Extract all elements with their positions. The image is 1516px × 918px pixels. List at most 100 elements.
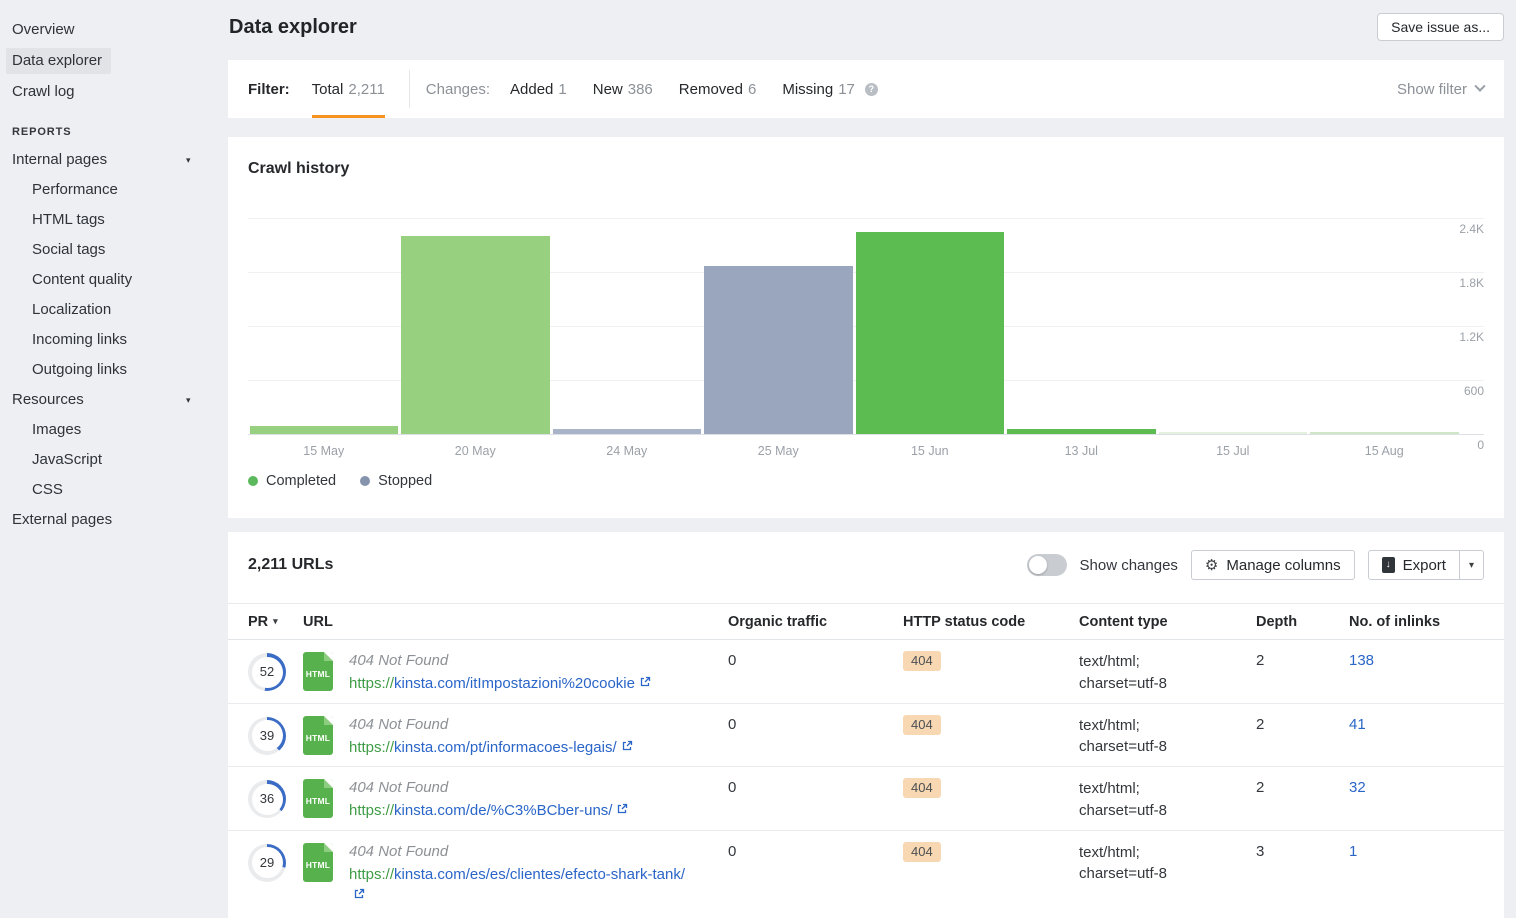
organic-traffic-value: 0 [728, 842, 903, 862]
table-row: 52 HTML 404 Not Found https://kinsta.com… [228, 640, 1504, 704]
manage-columns-button[interactable]: ⚙ Manage columns [1191, 550, 1355, 580]
sidebar-item-content-quality[interactable]: Content quality [0, 265, 228, 295]
column-header-url: URL [303, 614, 728, 630]
tab-added[interactable]: Added 1 [510, 81, 567, 98]
page-title-text: 404 Not Found [349, 651, 696, 670]
filter-bar: Filter: Total 2,211 Changes: Added 1 New… [228, 60, 1504, 118]
sidebar-item-outgoing-links[interactable]: Outgoing links [0, 355, 228, 385]
organic-traffic-value: 0 [728, 715, 903, 735]
page-title-text: 404 Not Found [349, 715, 696, 734]
show-changes-label: Show changes [1080, 557, 1178, 574]
x-axis-line [248, 434, 1484, 435]
chevron-down-icon: ▾ [1469, 560, 1474, 571]
crawl-bar[interactable] [551, 218, 703, 434]
show-changes-toggle[interactable] [1027, 554, 1067, 576]
tab-removed[interactable]: Removed 6 [679, 81, 757, 98]
sidebar-item-social-tags[interactable]: Social tags [0, 235, 228, 265]
status-badge: 404 [903, 778, 941, 798]
chevron-down-icon[interactable]: ▾ [186, 145, 191, 175]
sidebar-item-html-tags[interactable]: HTML tags [0, 205, 228, 235]
filter-label: Filter: [248, 81, 290, 98]
sidebar-item-external-pages[interactable]: External pages [0, 505, 228, 535]
sidebar-item-javascript[interactable]: JavaScript [0, 445, 228, 475]
completed-dot-icon [248, 476, 258, 486]
help-icon[interactable]: ? [865, 83, 878, 96]
tab-new[interactable]: New 386 [593, 81, 653, 98]
crawl-bar[interactable] [400, 218, 552, 434]
x-axis-label: 24 May [551, 444, 703, 458]
sidebar-item-localization[interactable]: Localization [0, 295, 228, 325]
column-header-inlinks: No. of inlinks [1349, 614, 1484, 630]
sidebar-item-css[interactable]: CSS [0, 475, 228, 505]
crawl-bar[interactable] [703, 218, 855, 434]
export-button[interactable]: ↓ Export [1368, 550, 1460, 580]
save-issue-as-button[interactable]: Save issue as... [1377, 13, 1504, 41]
y-axis-tick: 600 [1444, 384, 1484, 398]
page-title: Data explorer [229, 16, 357, 39]
html-file-icon: HTML [303, 779, 333, 818]
table-row: 36 HTML 404 Not Found https://kinsta.com… [228, 767, 1504, 831]
tab-missing[interactable]: Missing 17 [782, 81, 855, 98]
inlinks-link[interactable]: 138 [1349, 652, 1374, 669]
y-axis-tick: 2.4K [1444, 222, 1484, 236]
legend-item-stopped[interactable]: Stopped [360, 473, 432, 489]
url-link[interactable]: https://kinsta.com/pt/informacoes-legais… [349, 739, 633, 756]
url-link[interactable]: https://kinsta.com/de/%C3%BCber-uns/ [349, 802, 628, 819]
content-type-value: text/html;charset=utf-8 [1079, 651, 1256, 694]
x-axis-label: 15 Jul [1157, 444, 1309, 458]
column-header-pr[interactable]: PR ▾ [248, 614, 303, 630]
x-axis-labels: 15 May20 May24 May25 May15 Jun13 Jul15 J… [248, 444, 1460, 458]
url-link[interactable]: https://kinsta.com/es/es/clientes/efecto… [349, 866, 685, 904]
x-axis-label: 15 Jun [854, 444, 1006, 458]
organic-traffic-value: 0 [728, 651, 903, 671]
chart-plot-area: 2.4K1.8K1.2K6000 15 May20 May24 May25 Ma… [248, 218, 1484, 434]
legend-item-completed[interactable]: Completed [248, 473, 336, 489]
stopped-dot-icon [360, 476, 370, 486]
chart-title: Crawl history [248, 160, 349, 178]
chart-legend: Completed Stopped [248, 473, 432, 489]
page-title-text: 404 Not Found [349, 842, 696, 861]
page-rating-ring: 36 [248, 780, 286, 818]
pr-value: 39 [252, 720, 283, 751]
download-icon: ↓ [1382, 557, 1395, 573]
gear-icon: ⚙ [1205, 558, 1218, 573]
chevron-down-icon[interactable]: ▾ [186, 385, 191, 415]
content-type-value: text/html;charset=utf-8 [1079, 842, 1256, 885]
html-file-icon: HTML [303, 843, 333, 882]
url-link[interactable]: https://kinsta.com/itImpostazioni%20cook… [349, 675, 651, 692]
status-badge: 404 [903, 842, 941, 862]
crawl-history-card: Crawl history 2.4K1.8K1.2K6000 15 May20 … [228, 137, 1504, 518]
crawl-bar[interactable] [1309, 218, 1461, 434]
inlinks-link[interactable]: 1 [1349, 843, 1357, 860]
sidebar-item-overview[interactable]: Overview [0, 14, 228, 45]
sidebar-item-incoming-links[interactable]: Incoming links [0, 325, 228, 355]
x-axis-label: 15 Aug [1309, 444, 1461, 458]
column-header-http-status: HTTP status code [903, 614, 1079, 630]
external-link-icon [616, 803, 628, 815]
crawl-bar[interactable] [854, 218, 1006, 434]
crawl-bar[interactable] [1006, 218, 1158, 434]
changes-label: Changes: [426, 81, 490, 98]
inlinks-link[interactable]: 32 [1349, 779, 1366, 796]
sidebar-item-images[interactable]: Images [0, 415, 228, 445]
page-rating-ring: 29 [248, 844, 286, 882]
sidebar-item-performance[interactable]: Performance [0, 175, 228, 205]
table-row: 29 HTML 404 Not Found https://kinsta.com… [228, 831, 1504, 906]
column-header-depth: Depth [1256, 614, 1349, 630]
tab-total[interactable]: Total 2,211 [312, 60, 385, 118]
crawl-bar[interactable] [248, 218, 400, 434]
inlinks-link[interactable]: 41 [1349, 716, 1366, 733]
page-title-text: 404 Not Found [349, 778, 696, 797]
table-row: 39 HTML 404 Not Found https://kinsta.com… [228, 704, 1504, 768]
sidebar-item-resources[interactable]: Resources▾ [0, 385, 228, 415]
show-filter-button[interactable]: Show filter [1397, 81, 1484, 98]
reports-heading: REPORTS [0, 126, 228, 138]
column-header-organic-traffic: Organic traffic [728, 614, 903, 630]
crawl-bar[interactable] [1157, 218, 1309, 434]
sidebar-item-data-explorer[interactable]: Data explorer [0, 45, 228, 76]
export-dropdown-button[interactable]: ▾ [1460, 550, 1484, 580]
sidebar-item-internal-pages[interactable]: Internal pages▾ [0, 145, 228, 175]
depth-value: 2 [1256, 651, 1349, 671]
sidebar-item-crawl-log[interactable]: Crawl log [0, 76, 228, 107]
y-axis-tick: 1.2K [1444, 330, 1484, 344]
